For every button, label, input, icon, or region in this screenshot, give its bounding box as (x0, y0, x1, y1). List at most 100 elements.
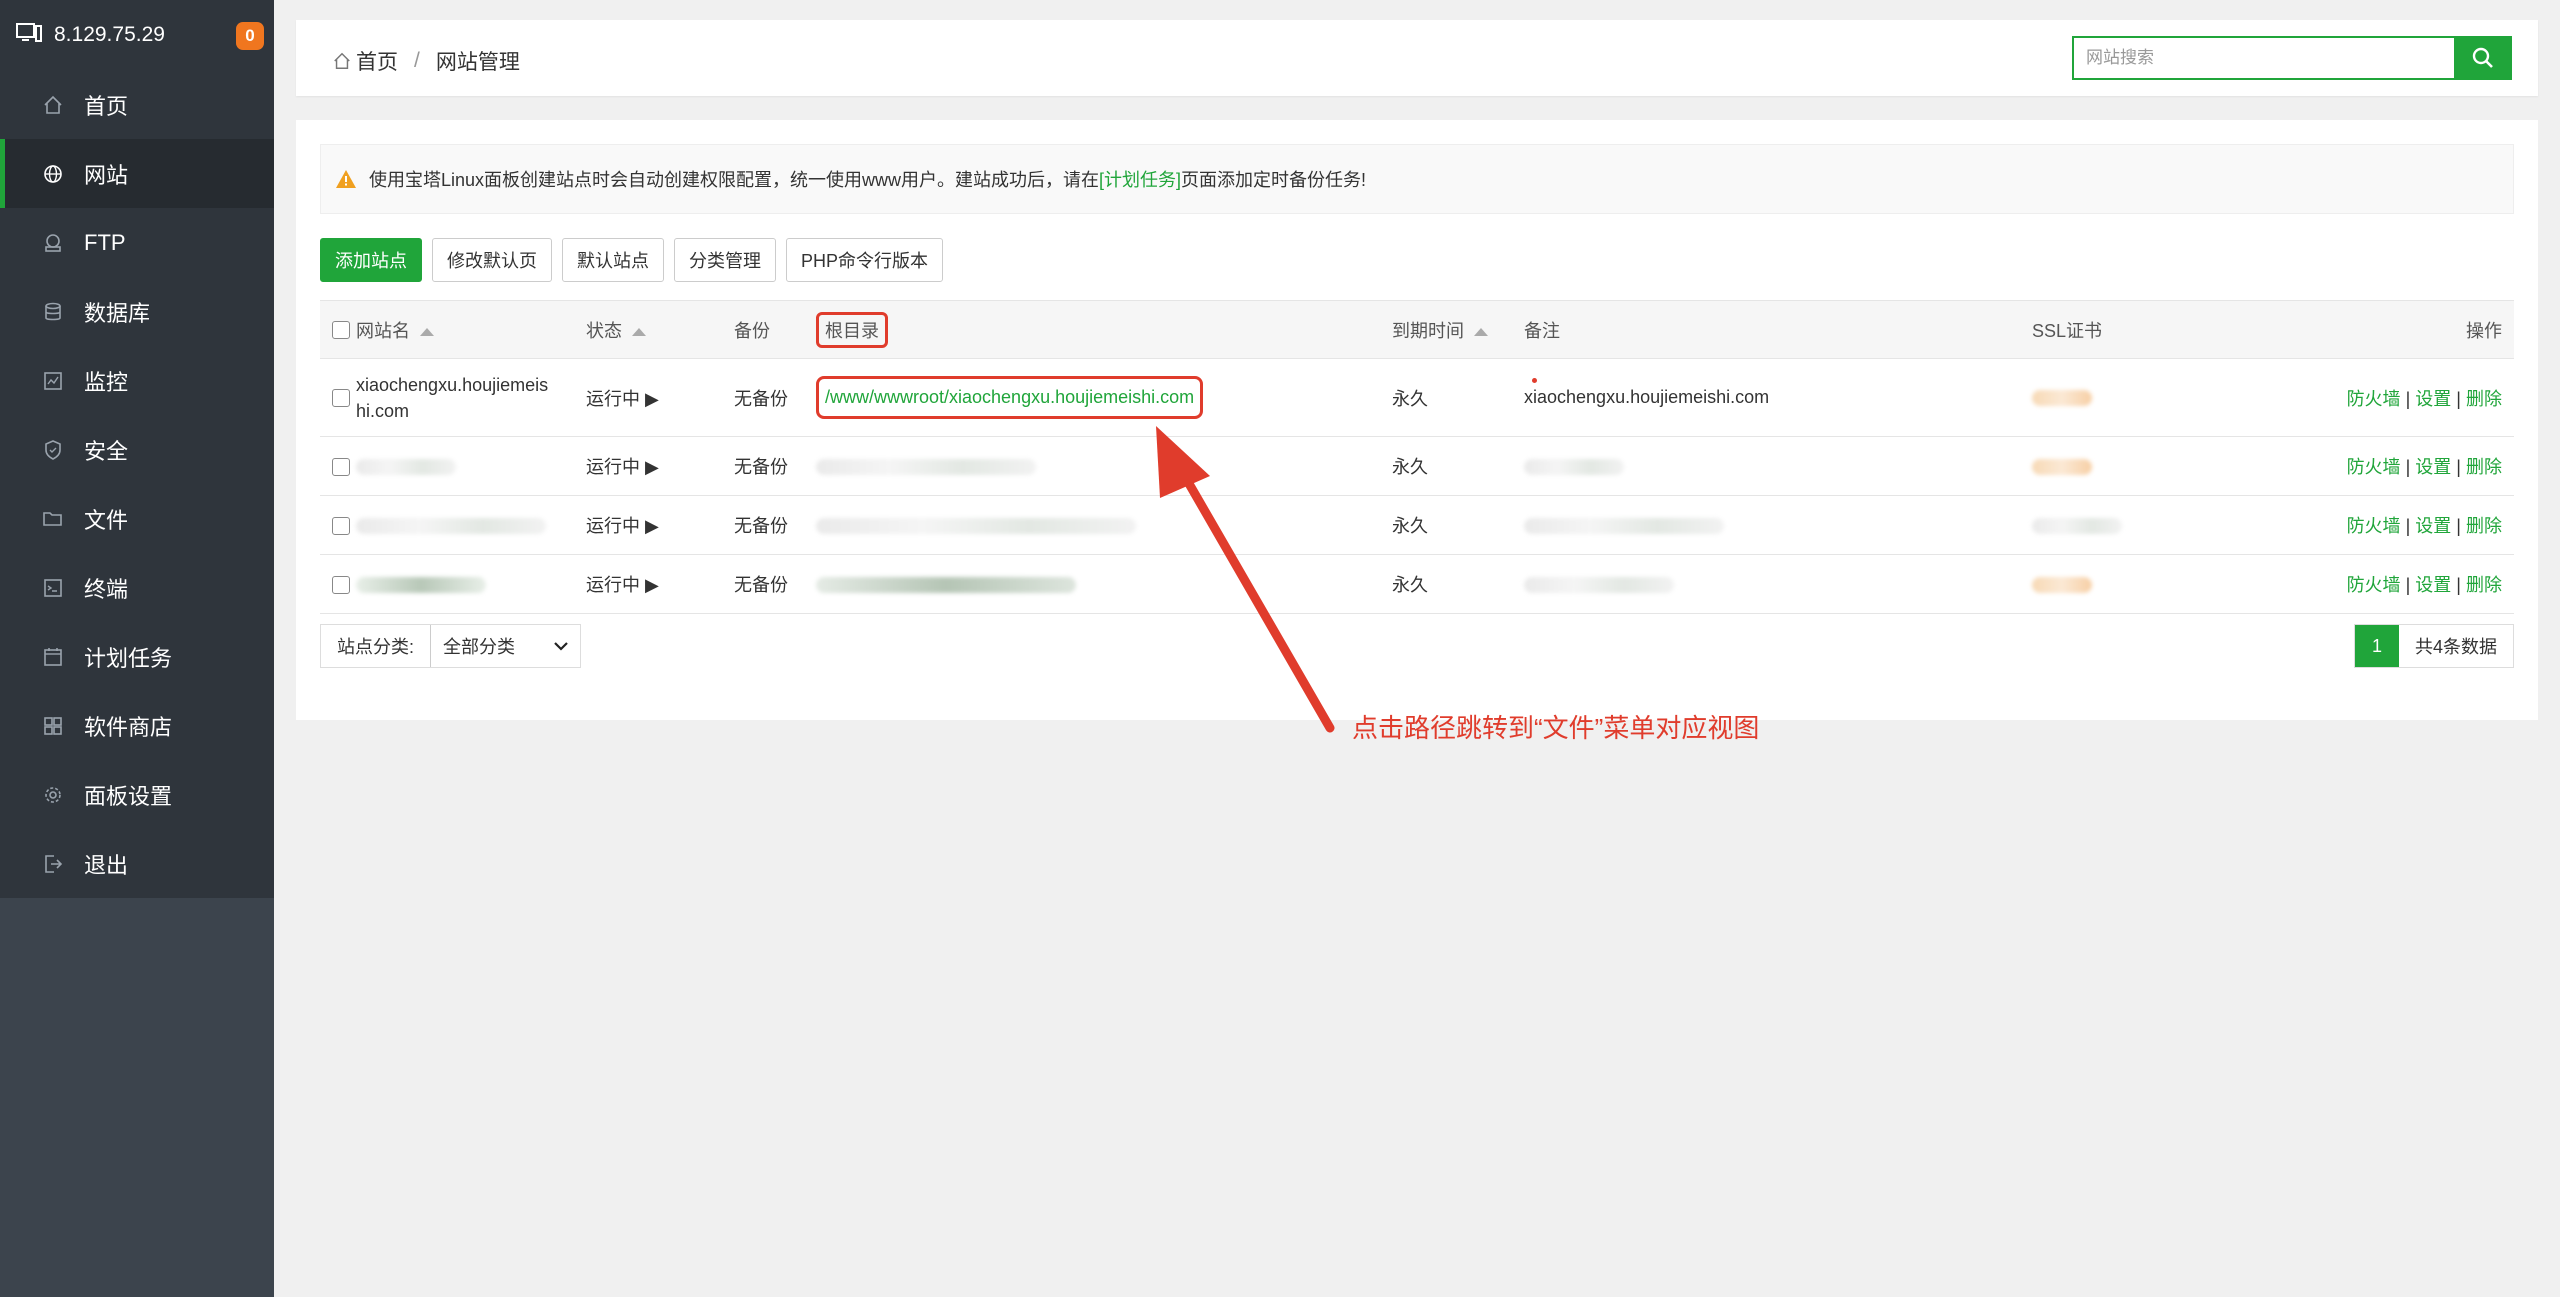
expire-value[interactable]: 永久 (1392, 495, 1524, 555)
backup-status[interactable]: 无备份 (734, 495, 816, 555)
breadcrumb: 首页 / 网站管理 (332, 46, 520, 76)
root-path-redacted[interactable] (816, 576, 1076, 593)
delete-link[interactable]: 删除 (2466, 575, 2502, 595)
total-count: 共4条数据 (2414, 637, 2497, 657)
server-header: 8.129.75.29 0 (0, 0, 274, 70)
category-select[interactable]: 全部分类 (430, 625, 581, 667)
sidebar-item-monitor[interactable]: 监控 (0, 346, 274, 415)
notice-text-end: 页面添加定时备份任务! (1181, 170, 1367, 190)
page-1-button[interactable]: 1 (2354, 625, 2399, 667)
backup-status[interactable]: 无备份 (734, 554, 816, 614)
firewall-link[interactable]: 防火墙 (2347, 389, 2401, 409)
search-button[interactable] (2454, 36, 2512, 80)
site-name-link[interactable]: xiaochengxu.houjiemeis hi.com (356, 358, 586, 437)
delete-link[interactable]: 删除 (2466, 457, 2502, 477)
row-checkbox[interactable] (332, 516, 350, 535)
row-checkbox[interactable] (332, 457, 350, 476)
settings-link[interactable]: 设置 (2415, 457, 2451, 477)
col-status[interactable]: 状态 (586, 300, 734, 359)
expire-value[interactable]: 永久 (1392, 554, 1524, 614)
cron-task-link[interactable]: [计划任务] (1099, 166, 1181, 192)
firewall-link[interactable]: 防火墙 (2347, 516, 2401, 536)
notice-text: 使用宝塔Linux面板创建站点时会自动创建权限配置，统一使用www用户。建站成功… (369, 170, 1100, 190)
select-all-checkbox[interactable] (332, 321, 350, 340)
settings-link[interactable]: 设置 (2415, 575, 2451, 595)
sidebar-item-security[interactable]: 安全 (0, 415, 274, 484)
sidebar-item-database[interactable]: 数据库 (0, 277, 274, 346)
sidebar-item-panel-settings[interactable]: 面板设置 (0, 760, 274, 829)
row-actions: 防火墙 | 设置 | 删除 (2282, 554, 2514, 614)
note-redacted[interactable] (1524, 517, 1724, 534)
root-path-link[interactable]: /www/wwwroot/xiaochengxu.houjiemeishi.co… (816, 376, 1204, 419)
sidebar-item-cron[interactable]: 计划任务 (0, 622, 274, 691)
status-running[interactable]: 运行中 ▶ (586, 495, 734, 555)
add-site-button[interactable]: 添加站点 (320, 238, 422, 282)
site-name-redacted[interactable] (356, 517, 546, 534)
table-row: 运行中 ▶ 无备份 永久 防火墙 | 设置 | 删除 (320, 554, 2514, 614)
sidebar-item-ftp[interactable]: FTP (0, 208, 274, 277)
settings-link[interactable]: 设置 (2415, 516, 2451, 536)
settings-link[interactable]: 设置 (2415, 389, 2451, 409)
ftp-icon (40, 230, 66, 256)
category-manage-button[interactable]: 分类管理 (674, 238, 776, 282)
apps-icon (40, 713, 66, 739)
warning-icon (335, 169, 357, 189)
site-name-redacted[interactable] (356, 576, 486, 593)
ssl-status-redacted[interactable] (2032, 458, 2092, 475)
status-running[interactable]: 运行中 ▶ (586, 436, 734, 496)
modify-default-page-button[interactable]: 修改默认页 (432, 238, 552, 282)
shield-icon (40, 437, 66, 463)
table-header-row: 网站名 状态 备份 根目录 到期时间 备注 SSL证书 操作 (320, 300, 2514, 359)
row-checkbox[interactable] (332, 389, 350, 408)
breadcrumb-separator: / (414, 49, 420, 72)
sidebar-item-label: FTP (84, 229, 126, 255)
col-ops: 操作 (2282, 300, 2514, 359)
globe-icon (40, 161, 66, 187)
red-dot-marker (1532, 378, 1537, 383)
col-site-name[interactable]: 网站名 (356, 300, 586, 359)
expire-value[interactable]: 永久 (1392, 358, 1524, 437)
backup-status[interactable]: 无备份 (734, 436, 816, 496)
root-path-redacted[interactable] (816, 517, 1136, 534)
note-value[interactable]: xiaochengxu.houjiemeishi.com (1524, 358, 2032, 437)
ssl-status-redacted[interactable] (2032, 517, 2122, 534)
firewall-link[interactable]: 防火墙 (2347, 457, 2401, 477)
root-path-redacted[interactable] (816, 458, 1036, 475)
expire-value[interactable]: 永久 (1392, 436, 1524, 496)
note-redacted[interactable] (1524, 458, 1624, 475)
sidebar-item-home[interactable]: 首页 (0, 70, 274, 139)
sidebar-item-label: 文件 (84, 507, 129, 533)
sidebar-item-files[interactable]: 文件 (0, 484, 274, 553)
search-input[interactable] (2072, 36, 2454, 80)
backup-status[interactable]: 无备份 (734, 358, 816, 437)
sort-icon (1474, 327, 1488, 336)
sidebar-item-terminal[interactable]: 终端 (0, 553, 274, 622)
sidebar-item-label: 数据库 (84, 300, 151, 326)
row-checkbox[interactable] (332, 575, 350, 594)
row-actions: 防火墙 | 设置 | 删除 (2282, 495, 2514, 555)
terminal-icon (40, 575, 66, 601)
delete-link[interactable]: 删除 (2466, 516, 2502, 536)
breadcrumb-home[interactable]: 首页 (356, 46, 398, 76)
ssl-status-redacted[interactable] (2032, 390, 2092, 407)
status-running[interactable]: 运行中 ▶ (586, 554, 734, 614)
notification-badge[interactable]: 0 (236, 22, 264, 50)
sidebar-item-logout[interactable]: 退出 (0, 829, 274, 898)
ssl-status-redacted[interactable] (2032, 576, 2092, 593)
col-ssl: SSL证书 (2032, 300, 2282, 359)
col-expire[interactable]: 到期时间 (1392, 300, 1524, 359)
firewall-link[interactable]: 防火墙 (2347, 575, 2401, 595)
sidebar-item-website[interactable]: 网站 (0, 139, 274, 208)
sidebar-item-label: 面板设置 (84, 783, 173, 809)
delete-link[interactable]: 删除 (2466, 389, 2502, 409)
status-running[interactable]: 运行中 ▶ (586, 358, 734, 437)
sidebar-item-app-store[interactable]: 软件商店 (0, 691, 274, 760)
server-ip: 8.129.75.29 (54, 23, 165, 46)
note-redacted[interactable] (1524, 576, 1674, 593)
site-name-redacted[interactable] (356, 458, 456, 475)
php-cli-version-button[interactable]: PHP命令行版本 (786, 238, 944, 282)
home-icon (40, 92, 66, 118)
default-site-button[interactable]: 默认站点 (562, 238, 664, 282)
site-category-filter: 站点分类: 全部分类 (320, 624, 582, 668)
col-note: 备注 (1524, 300, 2032, 359)
